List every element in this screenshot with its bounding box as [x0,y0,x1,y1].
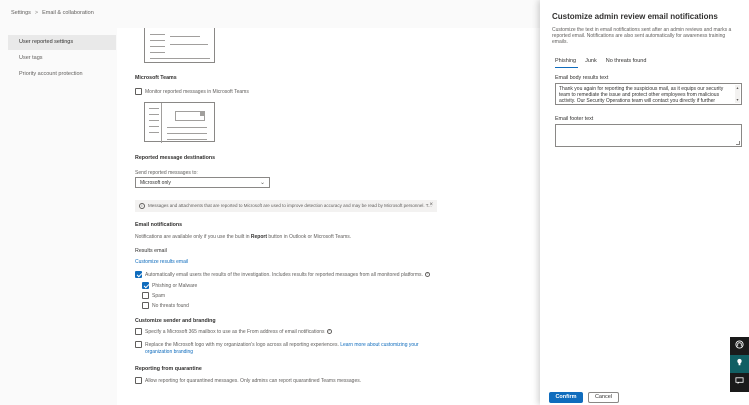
confirm-button[interactable]: Confirm [549,392,583,403]
teams-section-title: Microsoft Teams [135,75,177,81]
nav-item-user-reported-settings[interactable]: User reported settings [8,35,116,50]
tab-phishing[interactable]: Phishing [555,57,581,68]
info-icon: i [139,203,145,209]
panel-description: Customize the text in email notification… [552,27,732,45]
customize-results-email-link[interactable]: Customize results email [135,259,188,265]
email-body-textarea[interactable]: Thank you again for reporting the suspic… [555,83,742,105]
nav-item-user-tags[interactable]: User tags [8,51,116,66]
results-email-title: Results email [135,248,167,254]
teams-preview-illustration [144,102,215,143]
email-footer-label: Email footer text [555,116,594,122]
logo-checkbox[interactable] [135,341,142,348]
email-body-text: Thank you again for reporting the suspic… [559,86,724,104]
nav-item-priority-account-protection[interactable]: Priority account protection [8,67,116,82]
lightbulb-icon[interactable] [730,355,749,374]
send-reported-label: Send reported messages to: [135,170,198,176]
quarantine-checkbox[interactable] [135,377,142,384]
info-message-text: Messages and attachments that are report… [148,203,432,208]
help-tooltip-icon[interactable]: ? [326,329,332,335]
branding-title: Customize sender and branding [135,318,216,324]
monitor-teams-label: Monitor reported messages in Microsoft T… [145,89,249,95]
email-footer-textarea[interactable] [555,124,742,147]
tab-junk[interactable]: Junk [585,57,602,68]
quarantine-label: Allow reporting for quarantined messages… [145,378,362,384]
breadcrumb-current[interactable]: Email & collaboration [42,10,94,16]
email-notifications-desc: Notifications are available only if you … [135,234,352,240]
mailbox-checkbox[interactable] [135,328,142,335]
cancel-button[interactable]: Cancel [588,392,619,403]
help-icon[interactable] [730,337,749,356]
breadcrumb-settings[interactable]: Settings [11,10,31,16]
customize-notifications-panel: Customize admin review email notificatio… [540,0,749,405]
chat-icon[interactable] [730,373,749,392]
auto-email-checkbox[interactable] [135,271,142,278]
logo-label: Replace the Microsoft logo with my organ… [145,342,419,348]
phishing-malware-checkbox[interactable] [142,282,149,289]
email-notifications-title: Email notifications [135,222,183,228]
mailbox-label: Specify a Microsoft 365 mailbox to use a… [145,329,332,335]
spam-checkbox[interactable] [142,292,149,299]
notification-tabs: Phishing Junk No threats found [555,57,655,68]
monitor-teams-checkbox[interactable] [135,88,142,95]
email-body-label: Email body results text [555,75,609,81]
tab-no-threats-found[interactable]: No threats found [606,57,652,68]
outlook-preview-illustration [144,28,215,63]
info-message-bar: i Messages and attachments that are repo… [135,200,437,212]
auto-email-label: Automatically email users the results of… [145,272,430,278]
help-tooltip-icon[interactable]: ? [424,272,430,278]
close-icon[interactable]: × [429,202,433,208]
spam-label: Spam [152,293,166,299]
panel-title: Customize admin review email notificatio… [552,12,718,21]
no-threats-label: No threats found [152,303,189,309]
destinations-title: Reported message destinations [135,155,216,161]
textarea-scrollbar[interactable]: ▲ ▼ [735,85,740,103]
learn-more-link[interactable]: Learn more about customizing your [340,342,418,348]
phishing-malware-label: Phishing or Malware [152,283,198,289]
no-threats-checkbox[interactable] [142,302,149,309]
quarantine-title: Reporting from quarantine [135,366,202,372]
learn-more-link-line2[interactable]: organization branding [145,349,193,355]
destination-select[interactable]: Microsoft only ⌄ [135,177,270,188]
destination-select-value: Microsoft only [140,180,171,186]
breadcrumb-separator: > [34,10,39,16]
left-nav: User reported settings User tags Priorit… [8,35,116,83]
chevron-down-icon: ⌄ [259,180,265,186]
resize-grip[interactable] [736,141,740,145]
breadcrumb: Settings > Email & collaboration [11,10,94,16]
